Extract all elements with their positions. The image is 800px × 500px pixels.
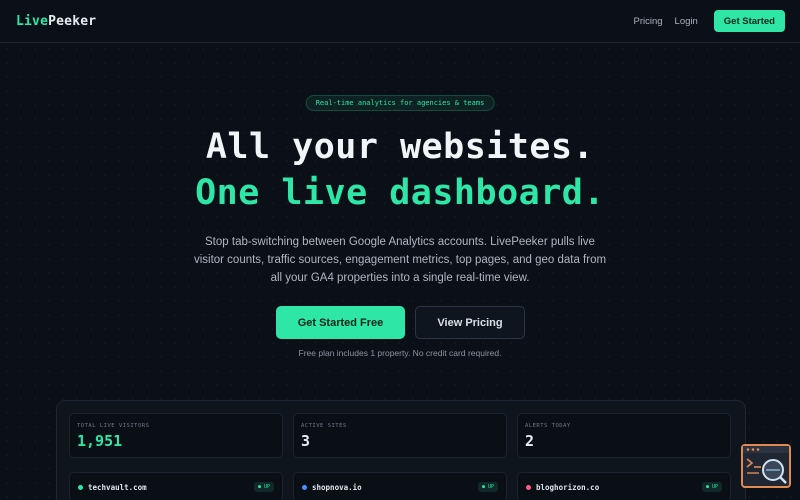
view-pricing-button[interactable]: View Pricing [415,306,525,339]
site-name: shopnova.io [312,482,362,492]
status-dot-icon [302,484,307,490]
logo[interactable]: LivePeeker [16,14,96,29]
status-dot-icon [78,484,83,490]
site-card-bloghorizon[interactable]: bloghorizon.co ● UP [517,472,731,500]
get-started-free-button[interactable]: Get Started Free [276,306,405,339]
stat-label: TOTAL LIVE VISITORS [77,423,150,429]
hero-badge: Real-time analytics for agencies & teams [305,95,495,111]
stat-value: 2 [525,432,535,450]
get-started-button[interactable]: Get Started [713,10,785,32]
floating-inspector-widget[interactable] [741,444,791,488]
stat-label: ALERTS TODAY [525,423,571,429]
site-card-shopnova[interactable]: shopnova.io ● UP [293,472,507,500]
hero-subtext: Stop tab-switching between Google Analyt… [193,236,607,284]
nav-link-login[interactable]: Login [675,16,698,27]
free-plan-note: Free plan includes 1 property. No credit… [298,348,502,358]
headline-line-1: All your websites. [205,127,595,167]
stat-label: ACTIVE SITES [301,423,347,429]
top-nav: LivePeeker Pricing Login Get Started [0,0,800,43]
stat-value: 3 [301,432,311,450]
logo-part-peeker: Peeker [48,13,97,29]
site-card-techvault[interactable]: techvault.com ● UP [69,472,283,500]
site-name: bloghorizon.co [536,482,600,492]
site-name: techvault.com [88,482,147,492]
logo-part-live: Live [16,13,49,29]
headline-line-2: One live dashboard. [195,173,605,213]
stat-card-total-visitors: TOTAL LIVE VISITORS 1,951 [69,413,283,458]
status-badge: ● UP [477,482,498,492]
dashboard-preview: TOTAL LIVE VISITORS 1,951 ACTIVE SITES 3… [56,400,746,500]
status-badge: ● UP [253,482,274,492]
stat-card-active-sites: ACTIVE SITES 3 [293,413,507,458]
terminal-search-icon [743,446,789,484]
status-badge: ● UP [701,482,722,492]
stat-card-alerts-today: ALERTS TODAY 2 [517,413,731,458]
stat-value: 1,951 [77,432,123,450]
nav-link-pricing[interactable]: Pricing [633,16,662,27]
nav-actions: Pricing Login Get Started [633,10,785,32]
status-dot-icon [526,484,531,490]
